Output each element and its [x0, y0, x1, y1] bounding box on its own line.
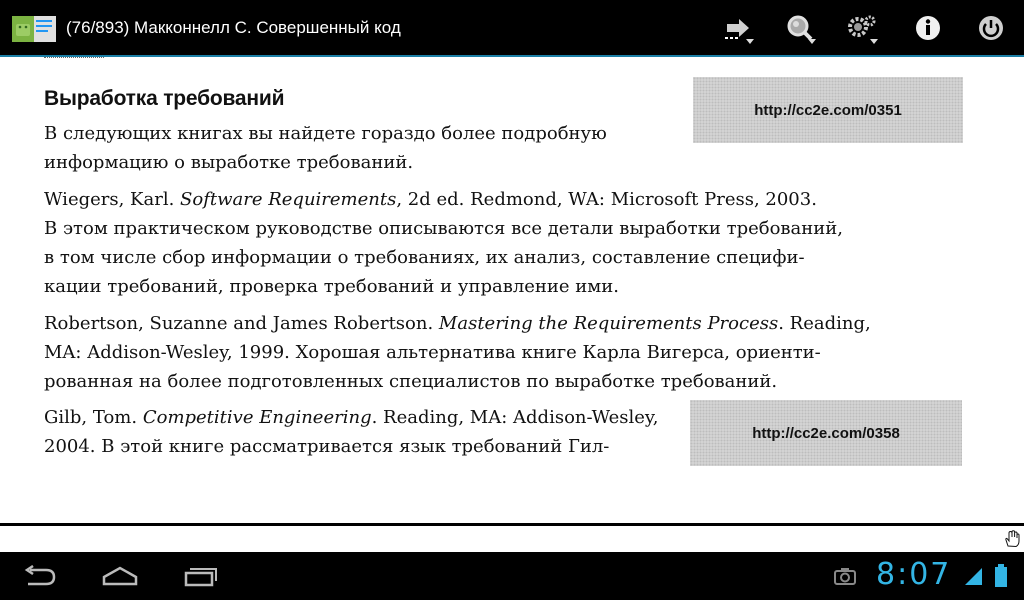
exit-button[interactable] — [971, 10, 1011, 46]
action-bar: (76/893) Макконнелл С. Совершенный код — [0, 0, 1024, 57]
signal-icon — [965, 568, 982, 585]
ref-wiegers-line-1: Wiegers, Karl. Software Requirements, 2d… — [44, 189, 817, 210]
goto-icon — [725, 19, 749, 39]
battery-icon — [995, 564, 1007, 587]
info-button[interactable] — [908, 10, 948, 46]
ref-wiegers-line-3: в том числе сбор информации о требования… — [44, 247, 805, 268]
ref-wiegers-line-4: кации требований, проверка требований и … — [44, 276, 619, 297]
ref-gilb-line-2: 2004. В этой книге рассматривается язык … — [44, 436, 610, 457]
book-title: (76/893) Макконнелл С. Совершенный код — [66, 18, 401, 37]
settings-button[interactable] — [842, 10, 882, 46]
home-button[interactable] — [98, 560, 142, 592]
power-icon — [979, 16, 1003, 40]
system-navigation-bar: 8:07 — [0, 552, 1024, 600]
link-text[interactable]: http://cc2e.com/0358 — [752, 425, 900, 442]
recent-apps-icon — [184, 568, 217, 587]
screenshot-button[interactable] — [832, 560, 858, 592]
ref-gilb-line-1: Gilb, Tom. Competitive Engineering. Read… — [44, 407, 659, 428]
ref-robertson-line-3: рованная на более подготовленных специал… — [44, 371, 778, 392]
ref-wiegers-line-2: В этом практическом руководстве описываю… — [44, 218, 844, 239]
link-box-0351[interactable]: http://cc2e.com/0351 — [693, 77, 963, 143]
hand-icon[interactable] — [1004, 530, 1020, 548]
section-heading: Выработка требований — [44, 87, 285, 110]
signal-indicator[interactable] — [962, 560, 984, 592]
goto-page-button[interactable] — [718, 10, 758, 46]
book-page[interactable]: Выработка требований http://cc2e.com/035… — [0, 57, 1024, 523]
intro-line-2: информацию о выработке требований. — [44, 152, 414, 173]
link-box-0358[interactable]: http://cc2e.com/0358 — [690, 400, 962, 466]
reader-footer-strip — [0, 526, 1024, 552]
intro-line-1: В следующих книгах вы найдете гораздо бо… — [44, 123, 607, 144]
back-button[interactable] — [20, 560, 60, 592]
back-icon — [24, 565, 56, 586]
recent-apps-button[interactable] — [180, 560, 220, 592]
camera-icon — [834, 568, 856, 585]
battery-indicator[interactable] — [990, 560, 1012, 592]
clock[interactable]: 8:07 — [876, 557, 951, 592]
previous-line-fragment — [44, 57, 104, 62]
search-button[interactable] — [780, 10, 820, 46]
ref-robertson-line-1: Robertson, Suzanne and James Robertson. … — [44, 313, 871, 334]
link-text[interactable]: http://cc2e.com/0351 — [754, 102, 902, 119]
ref-robertson-line-2: MA: Addison-Wesley, 1999. Хорошая альтер… — [44, 342, 821, 363]
info-icon — [916, 16, 940, 40]
app-icon[interactable] — [12, 14, 58, 44]
home-icon — [102, 566, 138, 586]
